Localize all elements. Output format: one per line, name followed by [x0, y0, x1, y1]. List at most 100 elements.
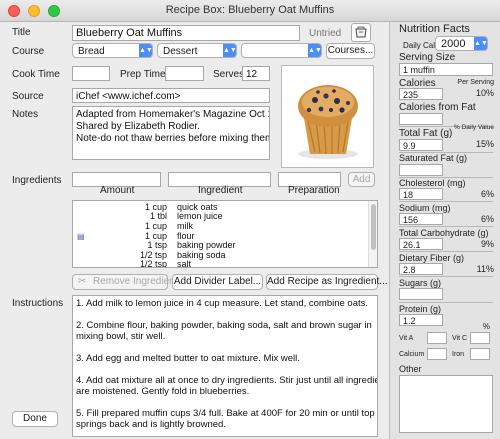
- sodium-percent: 6%: [480, 214, 494, 224]
- instruction-line: [76, 309, 374, 320]
- divider: [399, 302, 493, 303]
- sat-fat-field[interactable]: [399, 164, 443, 176]
- ingredient-name: salt: [177, 259, 192, 268]
- sat-fat-label: Saturated Fat (g): [399, 153, 468, 163]
- ingredient-rows: 1 cup quick oats 1 tbl lemon juice 1 cup mi…: [73, 202, 363, 268]
- scrollbar-thumb[interactable]: [371, 204, 376, 250]
- other-textarea[interactable]: [399, 375, 493, 433]
- cholesterol-field[interactable]: 18: [399, 188, 443, 200]
- chevron-updown-icon: ▲▼: [223, 44, 237, 57]
- serving-size-field[interactable]: 1 muffin: [399, 63, 493, 76]
- ingredient-caption: Ingredient: [198, 185, 243, 196]
- recipe-editor: Title Blueberry Oat Muffins Untried Cour…: [0, 22, 389, 439]
- nutrition-panel: Nutrition Facts Daily Cal 2000 ▲▼ Serving…: [389, 22, 500, 439]
- nutrition-title: Nutrition Facts: [399, 23, 470, 35]
- course-select-2[interactable]: Dessert ▲▼: [157, 43, 237, 58]
- ingredient-scrollbar[interactable]: [368, 201, 377, 267]
- instruction-line: 4. Add oat mixture all at once to dry in…: [76, 375, 378, 386]
- remove-ingredient-button[interactable]: ✂ Remove Ingredient: [72, 274, 178, 290]
- amount-caption: Amount: [100, 185, 135, 196]
- divider: [399, 276, 493, 277]
- instruction-line: [76, 397, 374, 408]
- cook-time-field[interactable]: [72, 66, 110, 81]
- title-label: Title: [12, 27, 31, 38]
- notes-textarea[interactable]: Adapted from Homemaker's Magazine Oct 19…: [72, 106, 270, 160]
- prep-time-field[interactable]: [165, 66, 204, 81]
- notes-line: Adapted from Homemaker's Magazine Oct 19…: [76, 109, 270, 120]
- add-recipe-ingredient-button[interactable]: Add Recipe as Ingredient...: [266, 274, 388, 290]
- window-title: Recipe Box: Blueberry Oat Muffins: [165, 4, 335, 16]
- preparation-caption: Preparation: [288, 185, 340, 196]
- add-ingredient-button[interactable]: Add: [348, 172, 375, 187]
- course-value-1: Bread: [78, 46, 105, 57]
- daily-cal-select[interactable]: 2000 ▲▼: [435, 36, 488, 51]
- courses-button[interactable]: Courses...: [326, 43, 375, 59]
- sodium-field[interactable]: 156: [399, 213, 443, 225]
- total-fat-field[interactable]: 9.9: [399, 139, 443, 151]
- ingredient-list[interactable]: ▤ 1 cup quick oats 1 tbl lemon juice 1 cup…: [72, 200, 378, 268]
- recipe-box-icon[interactable]: [351, 23, 371, 42]
- instruction-line: 3. Add egg and melted butter to oat mixt…: [76, 353, 300, 364]
- sugars-label: Sugars (g): [399, 278, 442, 288]
- instructions-label: Instructions: [12, 298, 64, 309]
- protein-label: Protein (g): [399, 304, 442, 314]
- per-serving-label: Per Serving: [457, 79, 494, 86]
- calories-field[interactable]: 235: [399, 88, 443, 100]
- scissors-icon: ✂: [78, 276, 87, 287]
- instruction-line: mixing bowl, stir well.: [76, 331, 166, 342]
- fiber-field[interactable]: 2.8: [399, 263, 443, 275]
- fiber-percent: 11%: [476, 264, 494, 274]
- recipe-photo[interactable]: [281, 65, 374, 168]
- daily-cal-label: Daily Cal: [403, 41, 436, 50]
- title-field[interactable]: Blueberry Oat Muffins: [72, 25, 300, 41]
- iron-label: Iron: [452, 351, 465, 358]
- calories-percent: 10%: [475, 88, 494, 98]
- sodium-label: Sodium (mg): [399, 203, 451, 213]
- carbs-field[interactable]: 26.1: [399, 238, 443, 250]
- percent-header: %: [482, 322, 490, 331]
- done-button[interactable]: Done: [12, 411, 58, 427]
- carbs-percent: 9%: [480, 239, 494, 249]
- other-label: Other: [399, 364, 422, 374]
- cal-fat-label: Calories from Fat: [399, 102, 476, 113]
- status-label: Untried: [309, 28, 342, 39]
- course-select-3[interactable]: ▲▼: [241, 43, 322, 58]
- vit-c-field[interactable]: [470, 332, 490, 344]
- course-value-2: Dessert: [163, 46, 198, 57]
- instruction-line: [76, 364, 374, 375]
- sugars-field[interactable]: [399, 288, 443, 300]
- course-select-1[interactable]: Bread ▲▼: [72, 43, 153, 58]
- carbs-label: Total Carbohydrate (g): [399, 228, 489, 238]
- source-field[interactable]: iChef <www.ichef.com>: [72, 88, 270, 103]
- notes-line: Shared by Elizabeth Rodier.: [76, 121, 200, 132]
- calcium-field[interactable]: [427, 348, 447, 360]
- instruction-line: [76, 342, 374, 353]
- instruction-line: 5. Fill prepared muffin cups 3/4 full. B…: [76, 408, 375, 419]
- total-fat-percent: 15%: [475, 139, 494, 149]
- cholesterol-label: Cholesterol (mg): [399, 178, 466, 188]
- iron-field[interactable]: [470, 348, 490, 360]
- add-divider-button[interactable]: Add Divider Label...: [172, 274, 263, 290]
- vit-a-field[interactable]: [427, 332, 447, 344]
- instruction-line: springs back and is lightly browned.: [76, 419, 226, 430]
- cook-time-label: Cook Time: [12, 69, 60, 80]
- notes-label: Notes: [12, 109, 39, 120]
- daily-value-label: % Daily Value: [454, 124, 494, 131]
- title-bar: Recipe Box: Blueberry Oat Muffins: [0, 0, 500, 22]
- chevron-updown-icon: ▲▼: [308, 44, 322, 57]
- instruction-line: 2. Combine flour, baking powder, baking …: [76, 320, 372, 331]
- divider: [399, 201, 493, 202]
- protein-field[interactable]: 1.2: [399, 314, 443, 326]
- daily-cal-value: 2000: [441, 38, 466, 50]
- instructions-textarea[interactable]: 1. Add milk to lemon juice in 4 cup meas…: [72, 295, 378, 437]
- cal-fat-field[interactable]: [399, 113, 443, 125]
- instruction-line: 1. Add milk to lemon juice in 4 cup meas…: [76, 298, 369, 309]
- prep-time-label: Prep Time: [120, 69, 166, 80]
- total-fat-label: Total Fat (g): [399, 128, 453, 139]
- vit-a-label: Vit A: [399, 335, 414, 342]
- calcium-label: Calcium: [399, 351, 425, 358]
- serves-field[interactable]: 12: [242, 66, 270, 81]
- source-label: Source: [12, 91, 44, 102]
- divider: [399, 251, 493, 252]
- serving-size-label: Serving Size: [399, 52, 456, 63]
